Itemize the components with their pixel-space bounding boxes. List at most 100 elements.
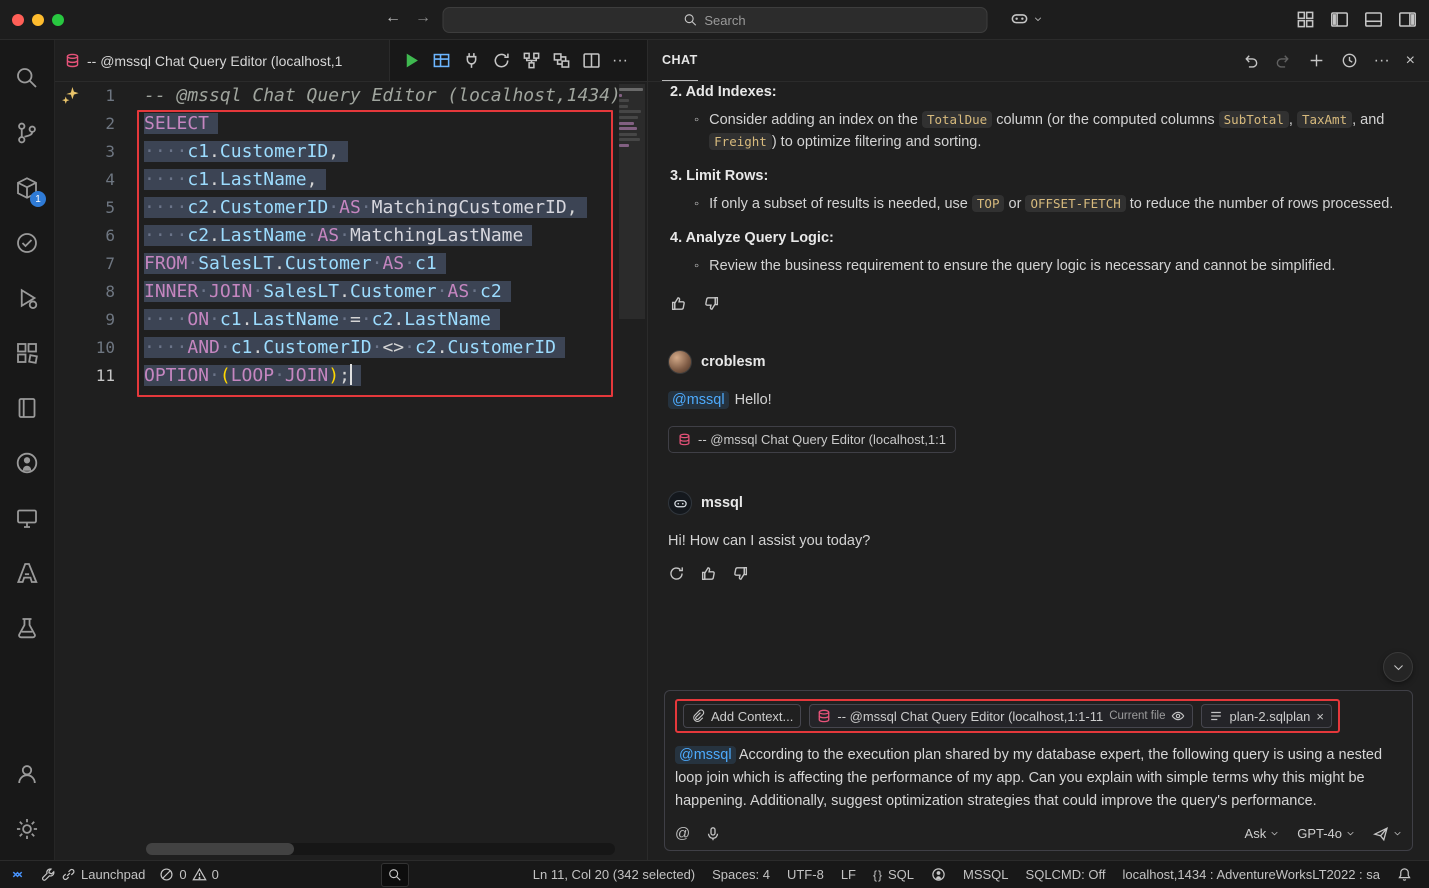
- language-mode-status[interactable]: {} SQL: [866, 867, 921, 882]
- chat-more-actions-icon[interactable]: ···: [1374, 53, 1390, 69]
- link-icon: [61, 867, 76, 882]
- notifications-bell[interactable]: [1390, 867, 1419, 882]
- new-chat-icon[interactable]: [1308, 52, 1325, 69]
- code-line[interactable]: 11OPTION·(LOOP·JOIN);: [55, 362, 647, 390]
- code-line[interactable]: 7FROM·SalesLT.Customer·AS·c1: [55, 250, 647, 278]
- regenerate-icon[interactable]: [668, 565, 685, 582]
- mode-picker[interactable]: Ask: [1245, 826, 1280, 841]
- activity-search[interactable]: [5, 54, 49, 101]
- thumbs-down-icon[interactable]: [732, 565, 749, 582]
- activity-tasks[interactable]: [5, 219, 49, 266]
- activity-run-debug[interactable]: [5, 274, 49, 321]
- sqlcmd-status[interactable]: SQLCMD: Off: [1019, 867, 1113, 882]
- code-line[interactable]: 4····c1.LastName,: [55, 166, 647, 194]
- zoom-indicator[interactable]: [381, 863, 409, 887]
- attached-file-chip[interactable]: -- @mssql Chat Query Editor (localhost,1…: [668, 426, 956, 453]
- thumbs-down-icon[interactable]: [703, 295, 720, 312]
- activity-github[interactable]: [5, 439, 49, 486]
- code-line[interactable]: 8INNER·JOIN·SalesLT.Customer·AS·c2: [55, 278, 647, 306]
- code-line[interactable]: 5····c2.CustomerID·AS·MatchingCustomerID…: [55, 194, 647, 222]
- code-line[interactable]: 9····ON·c1.LastName·=·c2.LastName: [55, 306, 647, 334]
- more-actions-icon[interactable]: ···: [612, 53, 628, 69]
- schema-designer-icon[interactable]: [552, 51, 571, 70]
- horizontal-scrollbar[interactable]: [146, 843, 615, 855]
- results-grid-icon[interactable]: [432, 51, 451, 70]
- activity-notebooks[interactable]: [5, 384, 49, 431]
- minimap[interactable]: [619, 84, 645, 840]
- selection-highlight: FROM·SalesLT.Customer·AS·c1: [144, 253, 446, 274]
- remote-indicator[interactable]: [0, 861, 34, 888]
- send-button[interactable]: [1373, 826, 1402, 842]
- microphone-icon[interactable]: [705, 826, 721, 842]
- editor-tab[interactable]: -- @mssql Chat Query Editor (localhost,1: [55, 40, 390, 81]
- customize-layout-icon[interactable]: [1296, 10, 1315, 29]
- code-token: ,: [567, 197, 578, 218]
- chat-input-box[interactable]: Add Context... -- @mssql Chat Query Edit…: [664, 690, 1413, 851]
- toggle-secondary-sidebar-icon[interactable]: [1398, 10, 1417, 29]
- nav-forward-button[interactable]: →: [415, 9, 431, 27]
- inline-code: OFFSET-FETCH: [1025, 195, 1125, 212]
- minimize-window-button[interactable]: [32, 14, 44, 26]
- eol-status[interactable]: LF: [834, 867, 863, 882]
- toggle-panel-icon[interactable]: [1364, 10, 1383, 29]
- github-status[interactable]: [924, 867, 953, 882]
- remove-chip-icon[interactable]: ×: [1316, 710, 1324, 723]
- chat-close-icon[interactable]: ×: [1406, 53, 1415, 69]
- activity-remote-explorer[interactable]: [5, 494, 49, 541]
- window-controls[interactable]: [12, 14, 64, 26]
- split-editor-icon[interactable]: [582, 51, 601, 70]
- cursor-position-status[interactable]: Ln 11, Col 20 (342 selected): [526, 867, 702, 882]
- current-file-chip[interactable]: -- @mssql Chat Query Editor (localhost,1…: [809, 704, 1193, 728]
- code-token: CustomerID: [263, 337, 371, 358]
- mention-button[interactable]: @: [675, 825, 690, 842]
- model-picker[interactable]: GPT-4o: [1297, 826, 1355, 841]
- close-window-button[interactable]: [12, 14, 24, 26]
- thumbs-up-icon[interactable]: [670, 295, 687, 312]
- launchpad-status[interactable]: Launchpad: [34, 861, 152, 888]
- run-query-icon[interactable]: [402, 51, 421, 70]
- problems-status[interactable]: 0 0: [152, 861, 225, 888]
- activity-mssql[interactable]: [5, 604, 49, 651]
- redo-icon[interactable]: [1275, 52, 1292, 69]
- encoding-status[interactable]: UTF-8: [780, 867, 831, 882]
- add-context-button[interactable]: Add Context...: [683, 704, 801, 728]
- estimated-plan-icon[interactable]: [492, 51, 511, 70]
- chat-input-text[interactable]: @mssql According to the execution plan s…: [675, 744, 1402, 813]
- mssql-status[interactable]: MSSQL: [956, 867, 1016, 882]
- mention-chip[interactable]: @mssql: [668, 391, 729, 409]
- thumbs-up-icon[interactable]: [700, 565, 717, 582]
- plan-file-chip[interactable]: plan-2.sqlplan ×: [1201, 704, 1332, 728]
- code-line[interactable]: 6····c2.LastName·AS·MatchingLastName: [55, 222, 647, 250]
- chat-messages[interactable]: 2. Add Indexes:◦Consider adding an index…: [648, 82, 1429, 690]
- nav-back-button[interactable]: ←: [385, 9, 401, 27]
- toggle-sidebar-icon[interactable]: [1330, 10, 1349, 29]
- code-line[interactable]: 3····c1.CustomerID,: [55, 138, 647, 166]
- history-icon[interactable]: [1341, 52, 1358, 69]
- scroll-to-bottom-button[interactable]: [1383, 652, 1413, 682]
- accounts-button[interactable]: [5, 750, 49, 797]
- maximize-window-button[interactable]: [52, 14, 64, 26]
- schema-hierarchy-icon[interactable]: [522, 51, 541, 70]
- scrollbar-slider[interactable]: [146, 843, 294, 855]
- code-line[interactable]: 10····AND·c1.CustomerID·<>·c2.CustomerID: [55, 334, 647, 362]
- chat-panel-title[interactable]: CHAT: [662, 40, 698, 81]
- attachment-label: -- @mssql Chat Query Editor (localhost,1…: [698, 429, 946, 451]
- undo-icon[interactable]: [1242, 52, 1259, 69]
- code-line[interactable]: 1-- @mssql Chat Query Editor (localhost,…: [55, 82, 647, 110]
- settings-button[interactable]: [5, 805, 49, 852]
- code-editor[interactable]: 1-- @mssql Chat Query Editor (localhost,…: [55, 82, 647, 860]
- connection-status[interactable]: localhost,1434 : AdventureWorksLT2022 : …: [1115, 867, 1387, 882]
- connection-plug-icon[interactable]: [462, 51, 481, 70]
- activity-extensions[interactable]: [5, 329, 49, 376]
- copilot-menu-button[interactable]: [1010, 9, 1043, 28]
- activity-source-control[interactable]: [5, 109, 49, 156]
- activity-azure[interactable]: [5, 549, 49, 596]
- activity-database-projects[interactable]: 1: [5, 164, 49, 211]
- code-token: c2: [187, 197, 209, 218]
- eye-icon[interactable]: [1171, 709, 1185, 723]
- code-line[interactable]: 2SELECT: [55, 110, 647, 138]
- command-center-search[interactable]: Search: [442, 7, 987, 33]
- code-token: c1: [187, 169, 209, 190]
- mention-chip[interactable]: @mssql: [675, 746, 736, 764]
- indentation-status[interactable]: Spaces: 4: [705, 867, 777, 882]
